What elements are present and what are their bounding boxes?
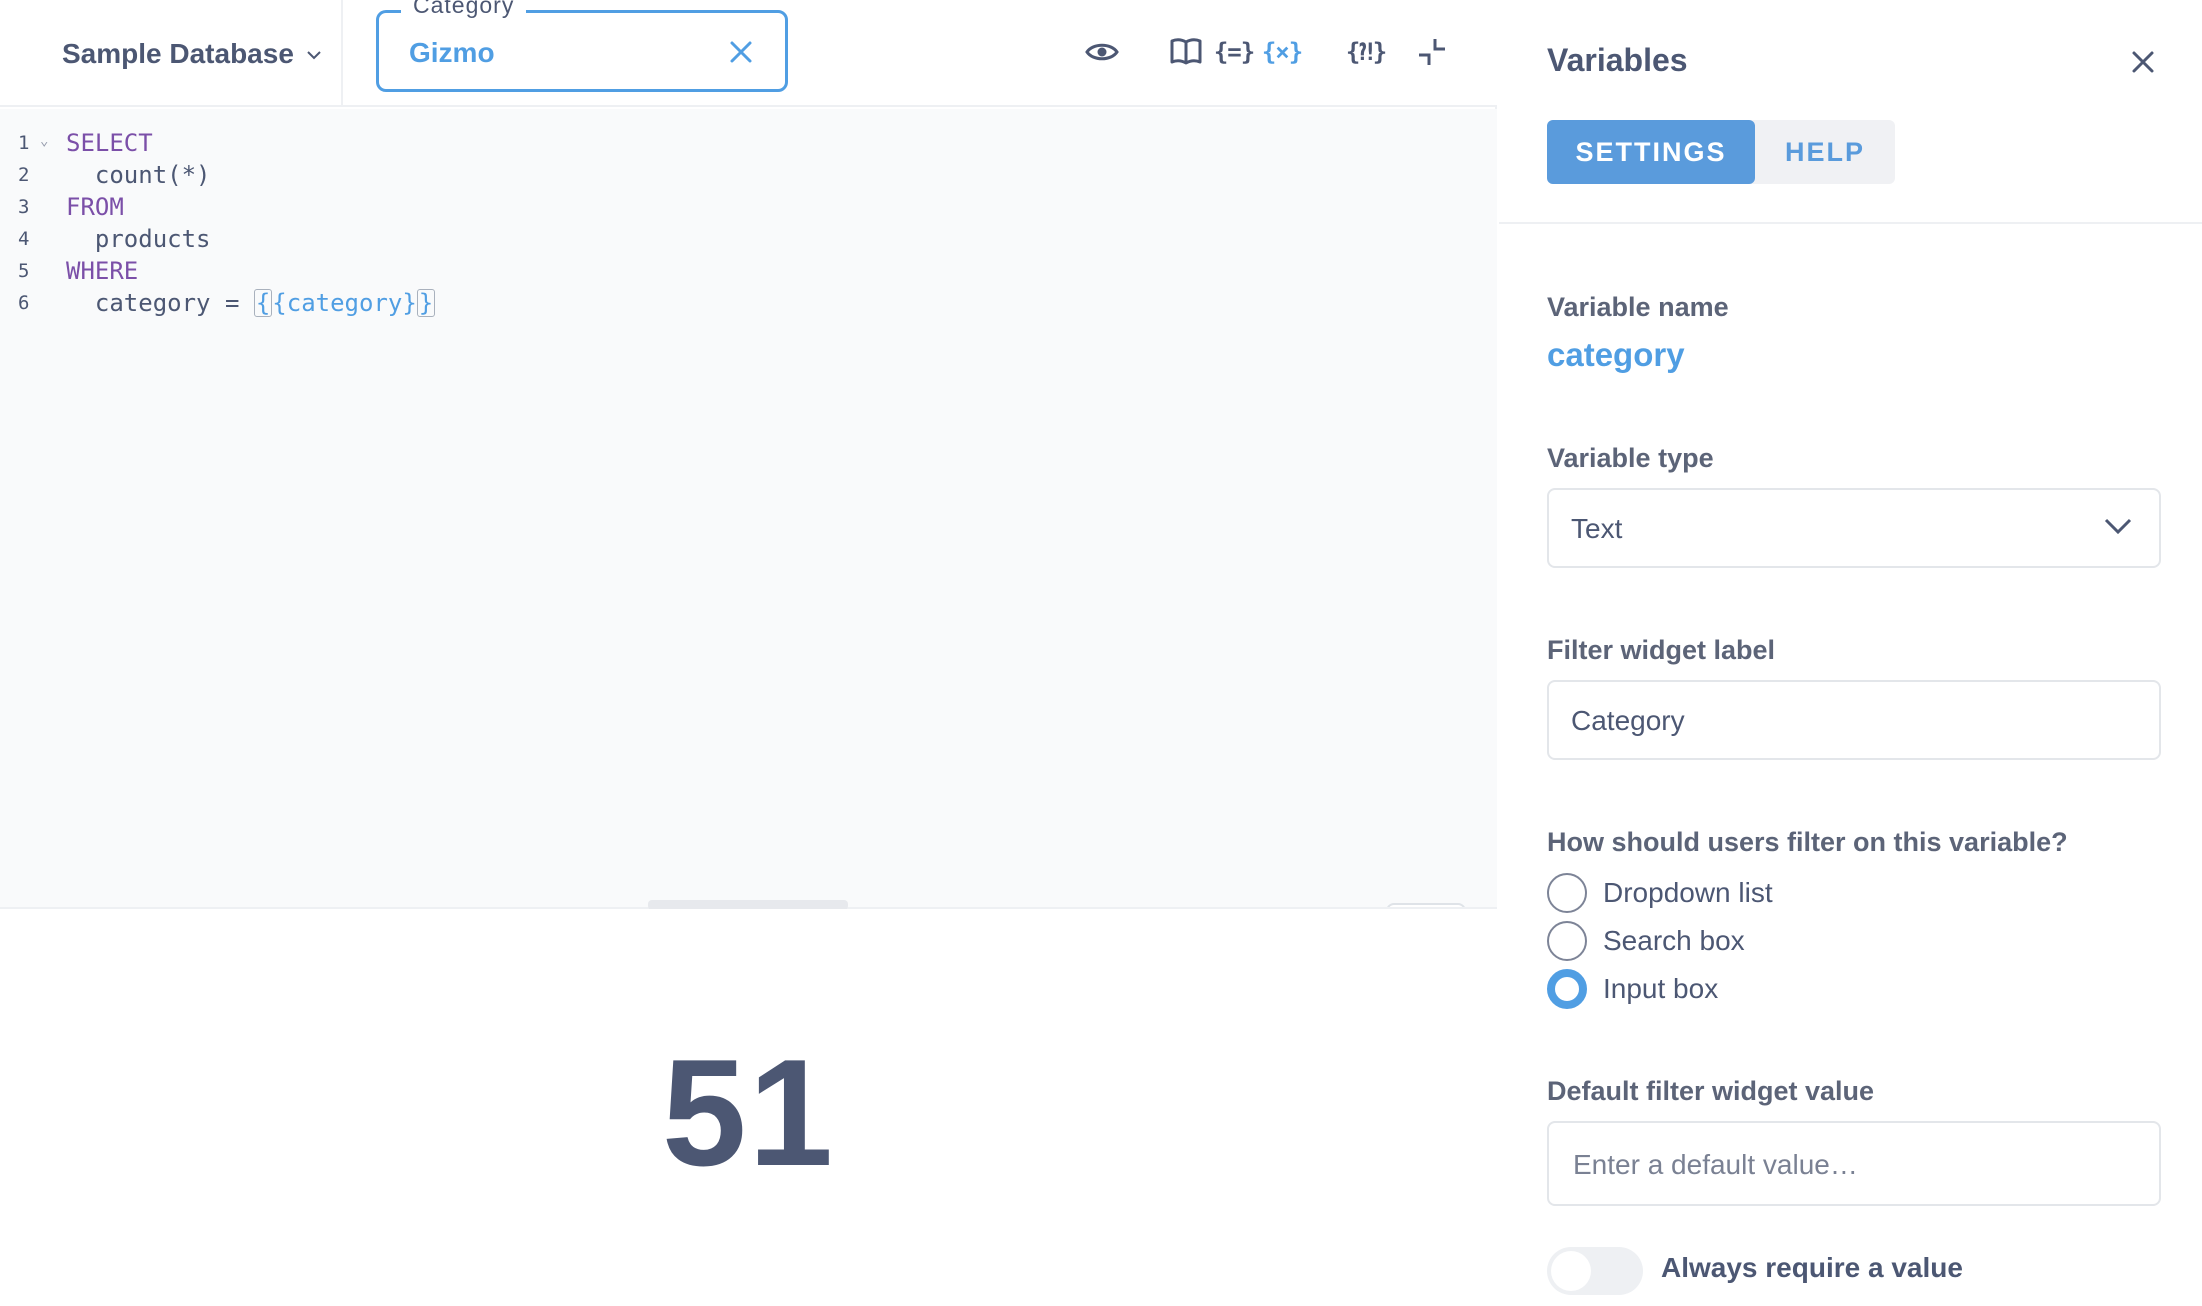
code-line: 5 WHERE [0,255,1000,287]
code-text: FROM [66,193,124,221]
line-number: 1 [18,132,30,154]
code-line: 1 ⌄ SELECT [0,127,1000,159]
radio-button[interactable] [1547,873,1587,913]
snippet-folder-glyph: {⁈} [1345,38,1387,66]
toggle-knob [1551,1251,1591,1291]
code-text: WHERE [66,257,139,285]
variable-type-value: Text [1571,513,1623,544]
snippet-folder-icon[interactable]: {⁈} [1325,30,1387,74]
filter-mode-question: How should users filter on this variable… [1547,827,2068,857]
variable-name-label: Variable name [1547,292,1729,322]
query-workspace: Sample Database Category Gizmo {=} {×} {… [0,0,1497,1306]
filter-widget-label-label: Filter widget label [1547,635,1776,665]
eye-icon[interactable] [1080,30,1124,74]
radio-label: Dropdown list [1603,877,1773,908]
tab-help[interactable]: HELP [1755,120,1895,184]
line-number: 3 [18,196,30,218]
line-number: 2 [18,164,30,186]
line-number: 6 [18,292,30,314]
code-line: 2 count(*) [0,159,1000,191]
code-text: SELECT [66,129,153,157]
radio-button[interactable] [1547,921,1587,961]
code-text: count(*) [66,161,211,189]
code-text: category = {{category}} [66,287,436,319]
chevron-down-icon [2103,516,2133,541]
line-number: 4 [18,228,30,250]
code-line: 4 products [0,223,1000,255]
close-icon[interactable] [727,38,755,66]
code-text: products [66,225,211,253]
radio-input-box[interactable]: Input box [1547,968,1718,1010]
filter-widget-label-input[interactable]: Category [1547,680,2161,760]
panel-title: Variables [1547,42,1688,78]
variable-name-value: category [1547,336,1685,373]
minimize-icon[interactable] [1410,30,1454,74]
default-value-label: Default filter widget value [1547,1076,1875,1106]
code-line: 3 FROM [0,191,1000,223]
filter-widget-label-value: Category [1571,705,1685,736]
category-filter-legend: Category [401,0,527,19]
query-toolbar: Sample Database Category Gizmo {=} {×} {… [0,0,1497,107]
panel-tabs: SETTINGS HELP [1547,120,1895,184]
chevron-down-icon [306,47,322,65]
sql-editor[interactable]: 1 ⌄ SELECT 2 count(*) 3 FROM 4 products … [0,109,1497,983]
fold-chevron-icon[interactable]: ⌄ [40,125,48,157]
default-value-placeholder: Enter a default value… [1573,1149,1858,1180]
radio-label: Input box [1603,973,1719,1004]
require-value-toggle[interactable] [1547,1247,1643,1295]
variable-tag[interactable]: {category} [272,289,417,317]
category-filter-value[interactable]: Gizmo [409,37,495,69]
panel-divider [1499,222,2202,224]
variable-icon[interactable]: {×} [1241,30,1303,74]
database-picker[interactable]: Sample Database [0,0,343,107]
variable-type-label: Variable type [1547,443,1714,473]
snippet-icon[interactable]: {=} [1157,30,1255,74]
code-text-prefix: category = [66,289,254,317]
radio-button-checked[interactable] [1547,969,1587,1009]
default-value-input[interactable]: Enter a default value… [1547,1121,2161,1206]
variable-tag-close-brace: } [416,289,436,317]
variables-sidebar: Variables SETTINGS HELP Variable name ca… [1499,0,2202,1306]
category-filter-widget[interactable]: Category Gizmo [376,0,788,92]
variable-type-select[interactable]: Text [1547,488,2161,568]
radio-search-box[interactable]: Search box [1547,920,1745,962]
close-icon[interactable] [2127,46,2159,78]
variable-glyph: {×} [1261,38,1303,66]
radio-label: Search box [1603,925,1745,956]
scalar-result: 51 [661,1028,836,1198]
result-area: 51 [0,909,1497,1306]
radio-dropdown-list[interactable]: Dropdown list [1547,872,1773,914]
code-line: 6 category = {{category}} [0,287,1000,319]
tab-settings[interactable]: SETTINGS [1547,120,1755,184]
variable-tag-open-brace: { [253,289,273,317]
line-number: 5 [18,260,30,282]
require-value-label: Always require a value [1661,1252,1963,1283]
database-picker-label: Sample Database [62,37,294,69]
